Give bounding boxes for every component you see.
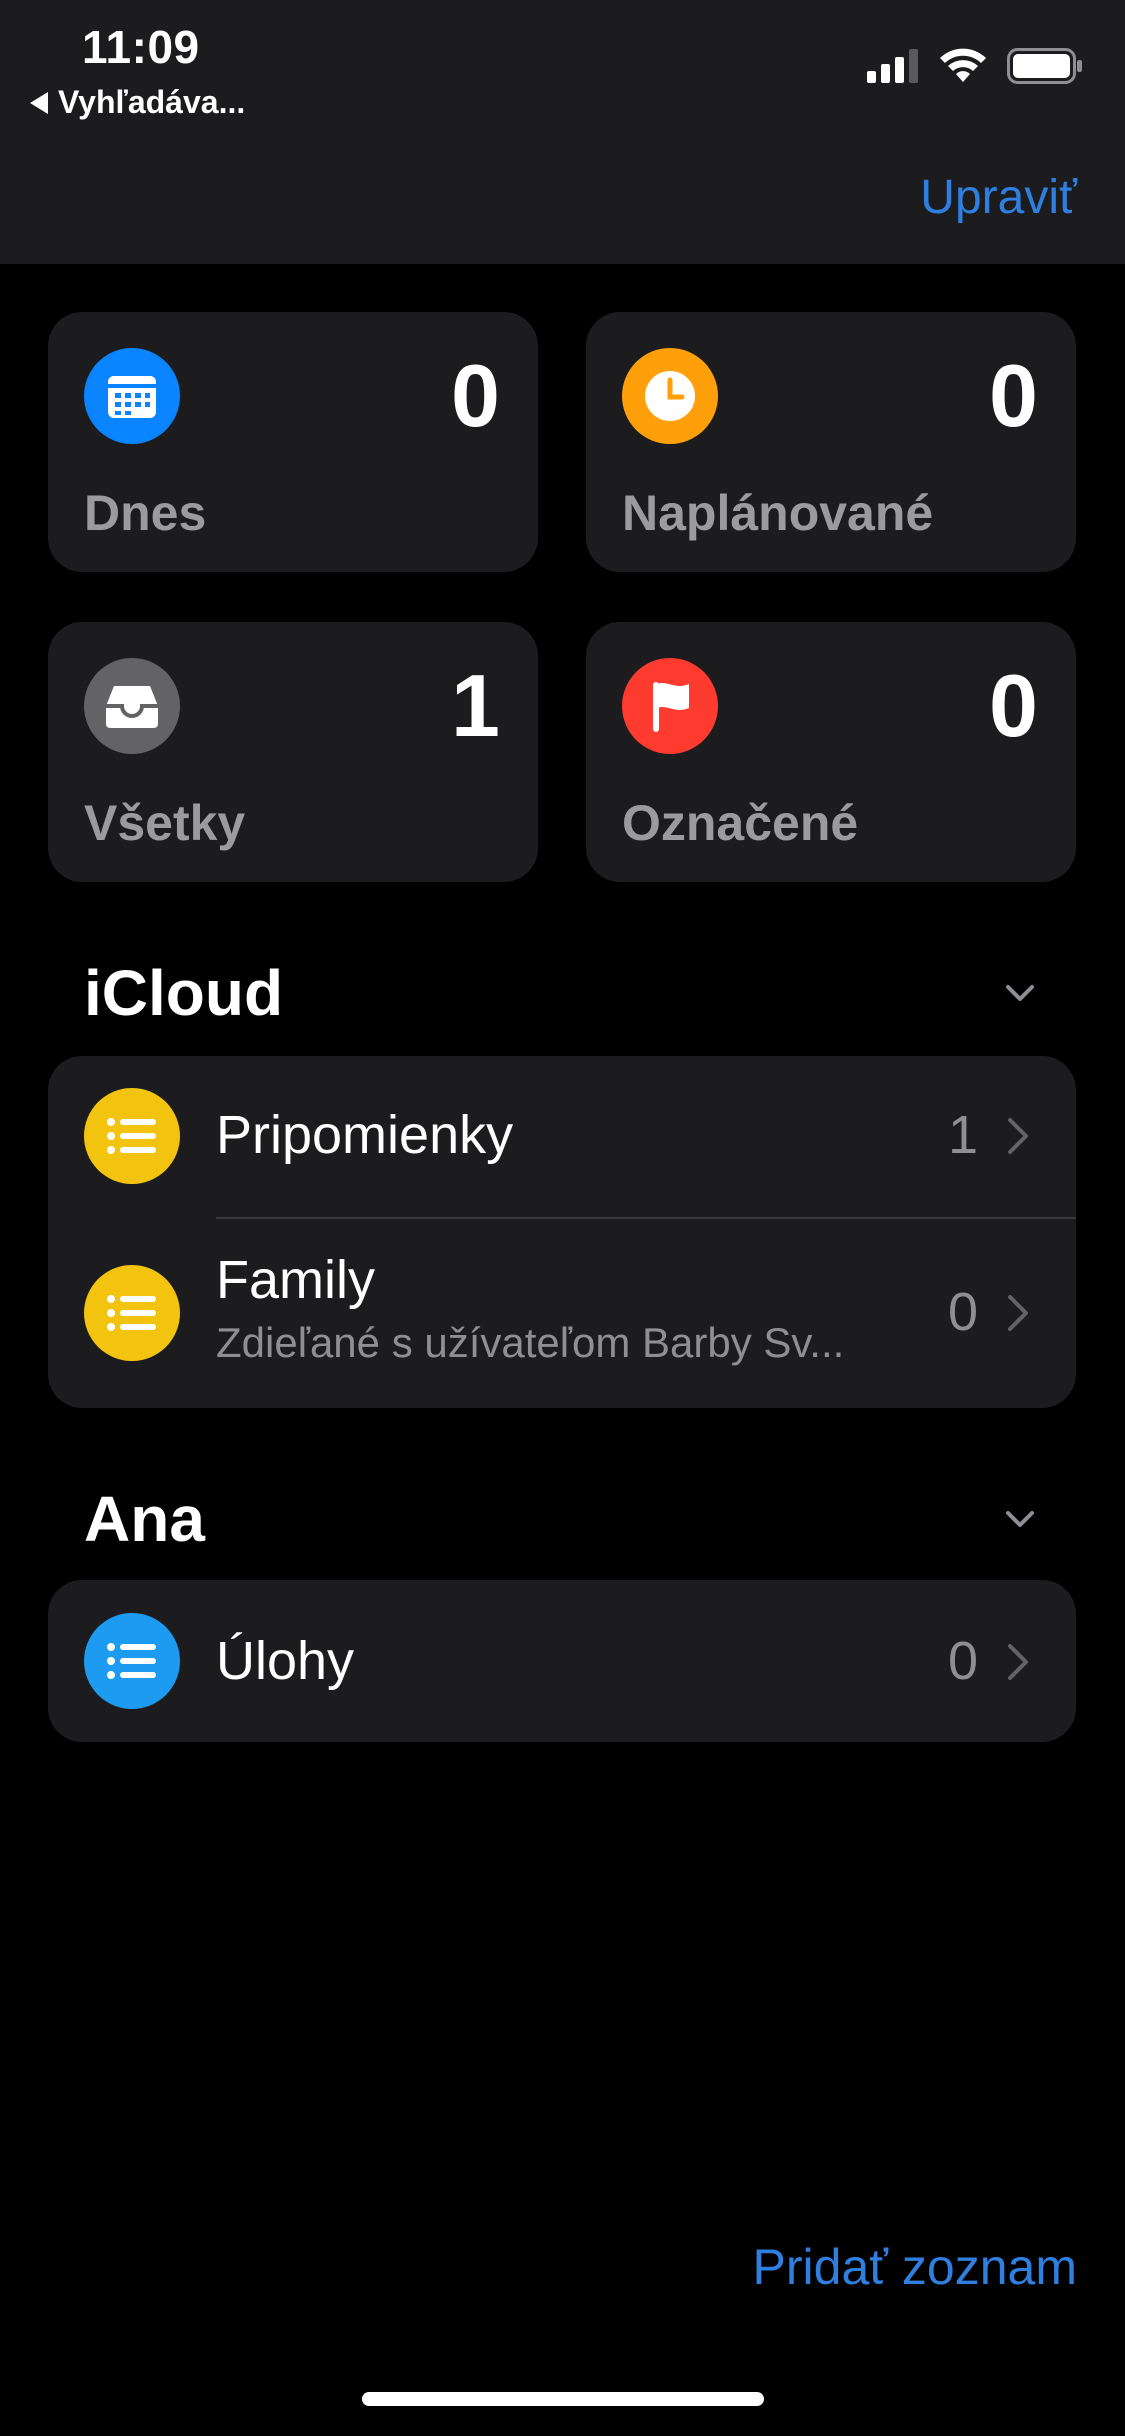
cellular-signal-icon xyxy=(867,49,918,83)
list-item[interactable]: Úlohy 0 xyxy=(48,1580,1076,1742)
navigation-header: 11:09 Vyhľadáva... Upraviť xyxy=(0,0,1125,264)
list-item[interactable]: Pripomienky 1 xyxy=(48,1056,1076,1218)
list-icon xyxy=(84,1265,180,1361)
back-to-search-link[interactable]: Vyhľadáva... xyxy=(30,84,245,121)
today-count: 0 xyxy=(451,346,500,445)
tray-icon xyxy=(84,658,180,754)
chevron-right-icon xyxy=(1008,1644,1028,1680)
all-count: 1 xyxy=(451,656,500,755)
list-title: Pripomienky xyxy=(216,1105,514,1165)
edit-button[interactable]: Upraviť xyxy=(920,170,1077,225)
list-title: Family xyxy=(216,1250,375,1310)
list-icon xyxy=(84,1613,180,1709)
home-indicator[interactable] xyxy=(362,2392,764,2406)
chevron-down-icon[interactable] xyxy=(1005,978,1035,1008)
list-count: 1 xyxy=(947,1105,978,1165)
section-title-ana: Ana xyxy=(84,1483,205,1555)
flag-icon xyxy=(622,658,718,754)
section-title-icloud: iCloud xyxy=(84,957,284,1029)
smart-list-flagged[interactable]: 0 Označené xyxy=(586,622,1076,882)
back-arrow-icon xyxy=(30,91,48,114)
calendar-icon xyxy=(84,348,180,444)
flagged-count: 0 xyxy=(989,656,1038,755)
list-item[interactable]: Family Zdieľané s užívateľom Barby Sv...… xyxy=(48,1219,1076,1408)
chevron-right-icon xyxy=(1008,1295,1028,1331)
all-label: Všetky xyxy=(84,795,246,851)
list-count: 0 xyxy=(947,1282,978,1342)
chevron-right-icon xyxy=(1008,1118,1028,1154)
clock-icon xyxy=(622,348,718,444)
add-list-button[interactable]: Pridať zoznam xyxy=(753,2238,1077,2296)
battery-icon xyxy=(1007,48,1082,84)
scheduled-count: 0 xyxy=(989,346,1038,445)
wifi-icon xyxy=(940,48,986,82)
icloud-list-group: Pripomienky 1 Family Zdieľané s užívateľ… xyxy=(48,1056,1076,1408)
back-link-label: Vyhľadáva... xyxy=(58,84,246,120)
list-count: 0 xyxy=(947,1631,978,1691)
list-icon xyxy=(84,1088,180,1184)
flagged-label: Označené xyxy=(622,795,859,851)
smart-list-scheduled[interactable]: 0 Naplánované xyxy=(586,312,1076,572)
smart-list-today[interactable]: 0 Dnes xyxy=(48,312,538,572)
list-subtitle: Zdieľané s užívateľom Barby Sv... xyxy=(216,1319,845,1366)
status-time: 11:09 xyxy=(82,21,200,73)
scheduled-label: Naplánované xyxy=(622,485,934,541)
chevron-down-icon[interactable] xyxy=(1005,1504,1035,1534)
list-title: Úlohy xyxy=(216,1631,355,1691)
ana-list-group: Úlohy 0 xyxy=(48,1580,1076,1742)
smart-list-all[interactable]: 1 Všetky xyxy=(48,622,538,882)
today-label: Dnes xyxy=(84,485,207,541)
status-icons xyxy=(867,48,1083,84)
